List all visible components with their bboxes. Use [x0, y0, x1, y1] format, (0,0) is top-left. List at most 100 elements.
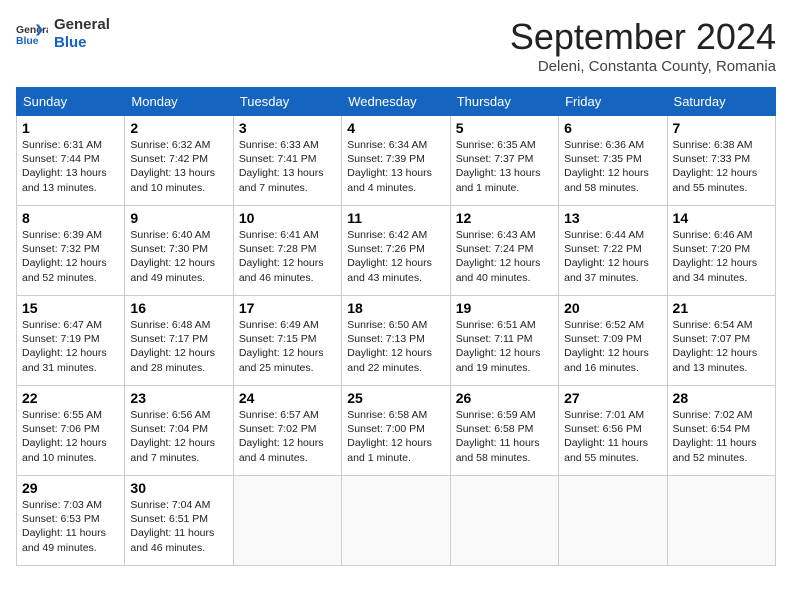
calendar-day-cell: 12 Sunrise: 6:43 AMSunset: 7:24 PMDayligh…: [450, 206, 558, 296]
day-sun-info: Sunrise: 6:47 AMSunset: 7:19 PMDaylight:…: [22, 318, 119, 375]
day-number: 13: [564, 210, 661, 226]
logo-blue-text: Blue: [54, 34, 110, 52]
day-number: 8: [22, 210, 119, 226]
location-subtitle: Deleni, Constanta County, Romania: [510, 58, 776, 75]
title-block: September 2024 Deleni, Constanta County,…: [510, 16, 776, 75]
day-sun-info: Sunrise: 6:40 AMSunset: 7:30 PMDaylight:…: [130, 228, 227, 285]
day-number: 28: [673, 390, 770, 406]
day-number: 17: [239, 300, 336, 316]
calendar-day-cell: 16Sunrise: 6:48 AMSunset: 7:17 PMDayligh…: [125, 296, 233, 386]
day-number: 14: [673, 210, 770, 226]
day-sun-info: Sunrise: 6:49 AMSunset: 7:15 PMDaylight:…: [239, 318, 336, 375]
day-sun-info: Sunrise: 6:56 AMSunset: 7:04 PMDaylight:…: [130, 408, 227, 465]
day-sun-info: Sunrise: 6:43 AMSunset: 7:24 PMDaylight:…: [456, 228, 553, 285]
svg-text:General: General: [16, 25, 48, 36]
calendar-body: 1 Sunrise: 6:31 AMSunset: 7:44 PMDaylight…: [17, 116, 776, 566]
calendar-day-cell: 7Sunrise: 6:38 AMSunset: 7:33 PMDaylight…: [667, 116, 775, 206]
day-sun-info: Sunrise: 6:54 AMSunset: 7:07 PMDaylight:…: [673, 318, 770, 375]
day-number: 10: [239, 210, 336, 226]
day-sun-info: Sunrise: 6:41 AMSunset: 7:28 PMDaylight:…: [239, 228, 336, 285]
day-sun-info: Sunrise: 6:44 AMSunset: 7:22 PMDaylight:…: [564, 228, 661, 285]
day-number: 3: [239, 120, 336, 136]
day-number: 4: [347, 120, 444, 136]
day-sun-info: Sunrise: 6:39 AMSunset: 7:32 PMDaylight:…: [22, 228, 119, 285]
day-number: 1: [22, 120, 119, 136]
day-sun-info: Sunrise: 7:04 AMSunset: 6:51 PMDaylight:…: [130, 498, 227, 555]
calendar-week-row: 22 Sunrise: 6:55 AMSunset: 7:06 PMDayligh…: [17, 386, 776, 476]
weekday-header-cell: Sunday: [17, 88, 125, 116]
calendar-day-cell: 5Sunrise: 6:35 AMSunset: 7:37 PMDaylight…: [450, 116, 558, 206]
month-title: September 2024: [510, 16, 776, 58]
calendar-week-row: 29 Sunrise: 7:03 AMSunset: 6:53 PMDayligh…: [17, 476, 776, 566]
day-sun-info: Sunrise: 6:52 AMSunset: 7:09 PMDaylight:…: [564, 318, 661, 375]
calendar-day-cell: 18Sunrise: 6:50 AMSunset: 7:13 PMDayligh…: [342, 296, 450, 386]
day-sun-info: Sunrise: 6:36 AMSunset: 7:35 PMDaylight:…: [564, 138, 661, 195]
weekday-header-cell: Thursday: [450, 88, 558, 116]
calendar-day-cell: 13 Sunrise: 6:44 AMSunset: 7:22 PMDayligh…: [559, 206, 667, 296]
calendar-day-cell: 15Sunrise: 6:47 AMSunset: 7:19 PMDayligh…: [17, 296, 125, 386]
day-sun-info: Sunrise: 6:48 AMSunset: 7:17 PMDaylight:…: [130, 318, 227, 375]
calendar-week-row: 1 Sunrise: 6:31 AMSunset: 7:44 PMDaylight…: [17, 116, 776, 206]
calendar-day-cell: 26 Sunrise: 6:59 AMSunset: 6:58 PMDayligh…: [450, 386, 558, 476]
day-sun-info: Sunrise: 6:34 AMSunset: 7:39 PMDaylight:…: [347, 138, 444, 195]
calendar-day-cell: 2Sunrise: 6:32 AMSunset: 7:42 PMDaylight…: [125, 116, 233, 206]
day-number: 2: [130, 120, 227, 136]
logo: General Blue General Blue: [16, 16, 110, 52]
calendar-day-cell: 28 Sunrise: 7:02 AMSunset: 6:54 PMDayligh…: [667, 386, 775, 476]
svg-text:Blue: Blue: [16, 36, 39, 47]
calendar-day-cell: 30 Sunrise: 7:04 AMSunset: 6:51 PMDayligh…: [125, 476, 233, 566]
day-number: 12: [456, 210, 553, 226]
day-sun-info: Sunrise: 6:57 AMSunset: 7:02 PMDaylight:…: [239, 408, 336, 465]
day-sun-info: Sunrise: 7:03 AMSunset: 6:53 PMDaylight:…: [22, 498, 119, 555]
day-number: 27: [564, 390, 661, 406]
calendar-day-cell: 11 Sunrise: 6:42 AMSunset: 7:26 PMDayligh…: [342, 206, 450, 296]
calendar-day-cell: 24Sunrise: 6:57 AMSunset: 7:02 PMDayligh…: [233, 386, 341, 476]
day-sun-info: Sunrise: 6:42 AMSunset: 7:26 PMDaylight:…: [347, 228, 444, 285]
day-number: 25: [347, 390, 444, 406]
weekday-header-cell: Saturday: [667, 88, 775, 116]
day-number: 26: [456, 390, 553, 406]
day-number: 30: [130, 480, 227, 496]
day-sun-info: Sunrise: 7:01 AMSunset: 6:56 PMDaylight:…: [564, 408, 661, 465]
calendar-day-cell: 17 Sunrise: 6:49 AMSunset: 7:15 PMDayligh…: [233, 296, 341, 386]
calendar-day-cell: 14 Sunrise: 6:46 AMSunset: 7:20 PMDayligh…: [667, 206, 775, 296]
weekday-header-row: SundayMondayTuesdayWednesdayThursdayFrid…: [17, 88, 776, 116]
calendar-day-cell: 25 Sunrise: 6:58 AMSunset: 7:00 PMDayligh…: [342, 386, 450, 476]
day-number: 23: [130, 390, 227, 406]
weekday-header-cell: Tuesday: [233, 88, 341, 116]
day-sun-info: Sunrise: 6:59 AMSunset: 6:58 PMDaylight:…: [456, 408, 553, 465]
day-sun-info: Sunrise: 6:33 AMSunset: 7:41 PMDaylight:…: [239, 138, 336, 195]
day-sun-info: Sunrise: 7:02 AMSunset: 6:54 PMDaylight:…: [673, 408, 770, 465]
calendar-day-cell: 3 Sunrise: 6:33 AMSunset: 7:41 PMDaylight…: [233, 116, 341, 206]
calendar-day-cell: [667, 476, 775, 566]
calendar-week-row: 8 Sunrise: 6:39 AMSunset: 7:32 PMDaylight…: [17, 206, 776, 296]
calendar-day-cell: 10 Sunrise: 6:41 AMSunset: 7:28 PMDayligh…: [233, 206, 341, 296]
calendar-day-cell: 8 Sunrise: 6:39 AMSunset: 7:32 PMDaylight…: [17, 206, 125, 296]
day-sun-info: Sunrise: 6:31 AMSunset: 7:44 PMDaylight:…: [22, 138, 119, 195]
calendar-day-cell: [342, 476, 450, 566]
calendar-day-cell: 27 Sunrise: 7:01 AMSunset: 6:56 PMDayligh…: [559, 386, 667, 476]
day-sun-info: Sunrise: 6:35 AMSunset: 7:37 PMDaylight:…: [456, 138, 553, 195]
calendar-day-cell: 29 Sunrise: 7:03 AMSunset: 6:53 PMDayligh…: [17, 476, 125, 566]
calendar-day-cell: [450, 476, 558, 566]
calendar-day-cell: 4 Sunrise: 6:34 AMSunset: 7:39 PMDaylight…: [342, 116, 450, 206]
day-number: 29: [22, 480, 119, 496]
weekday-header-cell: Friday: [559, 88, 667, 116]
day-sun-info: Sunrise: 6:51 AMSunset: 7:11 PMDaylight:…: [456, 318, 553, 375]
day-sun-info: Sunrise: 6:58 AMSunset: 7:00 PMDaylight:…: [347, 408, 444, 465]
day-number: 19: [456, 300, 553, 316]
calendar-day-cell: 23 Sunrise: 6:56 AMSunset: 7:04 PMDayligh…: [125, 386, 233, 476]
day-sun-info: Sunrise: 6:46 AMSunset: 7:20 PMDaylight:…: [673, 228, 770, 285]
calendar-day-cell: 20Sunrise: 6:52 AMSunset: 7:09 PMDayligh…: [559, 296, 667, 386]
day-number: 11: [347, 210, 444, 226]
calendar-day-cell: 1 Sunrise: 6:31 AMSunset: 7:44 PMDaylight…: [17, 116, 125, 206]
day-sun-info: Sunrise: 6:55 AMSunset: 7:06 PMDaylight:…: [22, 408, 119, 465]
general-blue-icon: General Blue: [16, 20, 48, 48]
calendar-day-cell: 19 Sunrise: 6:51 AMSunset: 7:11 PMDayligh…: [450, 296, 558, 386]
day-number: 22: [22, 390, 119, 406]
logo-general-text: General: [54, 16, 110, 34]
calendar-day-cell: 9 Sunrise: 6:40 AMSunset: 7:30 PMDaylight…: [125, 206, 233, 296]
day-number: 9: [130, 210, 227, 226]
weekday-header-cell: Monday: [125, 88, 233, 116]
day-sun-info: Sunrise: 6:38 AMSunset: 7:33 PMDaylight:…: [673, 138, 770, 195]
